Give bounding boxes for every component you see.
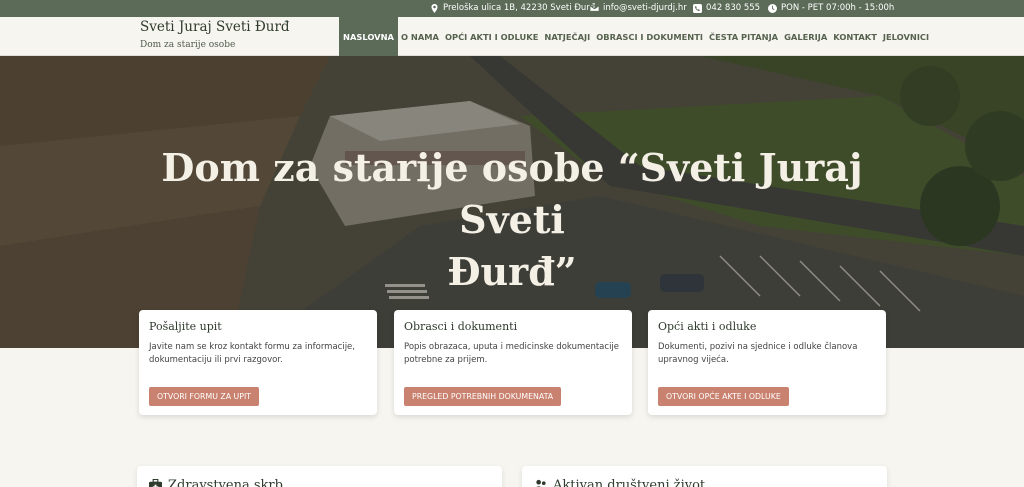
- section-title: Aktivan društveni život: [553, 478, 706, 487]
- card-text: Javite nam se kroz kontakt formu za info…: [149, 342, 355, 365]
- address-text: Preloška ulica 1B, 42230 Sveti Đurđ: [443, 3, 596, 13]
- hero-title-line1: Dom za starije osobe “Sveti Juraj Sveti: [161, 145, 863, 242]
- section-card-social-life: Aktivan društveni život: [522, 466, 887, 487]
- phone-icon: [693, 3, 702, 13]
- phone-info[interactable]: 042 830 555: [693, 3, 760, 13]
- main-nav: NASLOVNA O NAMA OPĆI AKTI I ODLUKE NATJE…: [339, 17, 932, 56]
- site-title[interactable]: Sveti Juraj Sveti Đurđ: [140, 19, 290, 35]
- card-obrasci-i-dokumenti: Obrasci i dokumenti Popis obrazaca, uput…: [394, 310, 632, 415]
- card-text: Popis obrazaca, uputa i medicinske dokum…: [404, 342, 620, 365]
- clock-icon: [768, 3, 777, 13]
- nav-item-natjecaji[interactable]: NATJEČAJI: [541, 17, 593, 56]
- section-title: Zdravstvena skrb: [168, 478, 283, 487]
- nav-item-naslovna[interactable]: NASLOVNA: [339, 17, 398, 56]
- top-info-bar: Preloška ulica 1B, 42230 Sveti Đurđ info…: [0, 0, 1024, 17]
- phone-text[interactable]: 042 830 555: [706, 3, 760, 13]
- nav-item-o-nama[interactable]: O NAMA: [398, 17, 442, 56]
- hero-section: Dom za starije osobe “Sveti Juraj Sveti …: [0, 56, 1024, 348]
- email-info[interactable]: info@sveti-djurdj.hr: [590, 3, 687, 13]
- card-posaljite-upit: Pošaljite upit Javite nam se kroz kontak…: [139, 310, 377, 415]
- nav-item-cesta-pitanja[interactable]: ČESTA PITANJA: [706, 17, 781, 56]
- nav-item-opci-akti[interactable]: OPĆI AKTI I ODLUKE: [442, 17, 541, 56]
- people-icon: [536, 479, 546, 487]
- view-documents-button[interactable]: PREGLED POTREBNIH DOKUMENATA: [404, 387, 562, 406]
- open-inquiry-form-button[interactable]: OTVORI FORMU ZA UPIT: [149, 387, 260, 406]
- card-title: Pošaljite upit: [149, 320, 222, 333]
- card-title: Obrasci i dokumenti: [404, 320, 518, 333]
- hours-info: PON - PET 07:00h - 15:00h: [768, 3, 894, 13]
- open-general-acts-button[interactable]: OTVORI OPĆE AKTE I ODLUKE: [658, 387, 789, 406]
- nav-item-obrasci[interactable]: OBRASCI I DOKUMENTI: [593, 17, 706, 56]
- nav-item-kontakt[interactable]: KONTAKT: [830, 17, 880, 56]
- nav-item-jelovnici[interactable]: JELOVNICI: [880, 17, 932, 56]
- card-opci-akti: Opći akti i odluke Dokumenti, pozivi na …: [648, 310, 886, 415]
- nav-item-galerija[interactable]: GALERIJA: [781, 17, 830, 56]
- site-subtitle: Dom za starije osobe: [140, 40, 236, 50]
- email-link[interactable]: info@sveti-djurdj.hr: [603, 3, 687, 13]
- hero-title-line2: Đurđ”: [447, 249, 577, 294]
- envelope-icon: [590, 4, 599, 12]
- card-title: Opći akti i odluke: [658, 320, 757, 333]
- hero-title: Dom za starije osobe “Sveti Juraj Sveti …: [112, 142, 912, 298]
- site-header: Sveti Juraj Sveti Đurđ Dom za starije os…: [0, 17, 1024, 56]
- address-info: Preloška ulica 1B, 42230 Sveti Đurđ: [430, 3, 595, 13]
- card-text: Dokumenti, pozivi na sjednice i odluke č…: [658, 342, 858, 365]
- first-aid-kit-icon: [149, 479, 162, 487]
- section-card-health-care: Zdravstvena skrb: [137, 466, 502, 487]
- hours-text: PON - PET 07:00h - 15:00h: [781, 3, 895, 13]
- location-pin-icon: [431, 3, 438, 13]
